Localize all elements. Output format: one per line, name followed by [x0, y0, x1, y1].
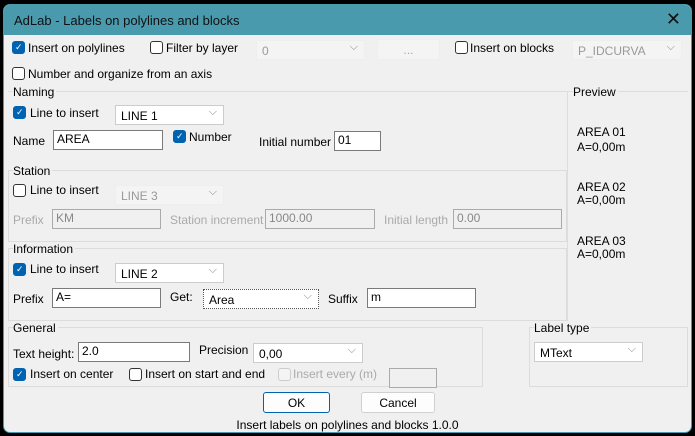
information-title: Information: [13, 242, 76, 256]
insert-polylines-label: Insert on polylines: [28, 41, 125, 55]
number-axis-label: Number and organize from an axis: [28, 67, 213, 81]
layer-select[interactable]: 0: [256, 40, 365, 60]
preview-divider: [567, 91, 568, 321]
get-select[interactable]: Area: [203, 289, 319, 309]
insert-blocks-checkbox[interactable]: [455, 41, 468, 54]
station-prefix-label: Prefix: [13, 213, 44, 227]
version-footer: Insert labels on polylines and blocks 1.…: [236, 418, 459, 432]
precision-label: Precision: [199, 343, 249, 357]
preview-value: A=0,00m: [577, 247, 626, 261]
name-label: Name: [13, 134, 46, 148]
initial-length-label: Initial length: [384, 213, 449, 227]
text-height-label: Text height:: [13, 347, 75, 361]
naming-line-select[interactable]: LINE 1: [115, 105, 224, 125]
information-line-select[interactable]: LINE 2: [115, 263, 224, 283]
general-title: General: [13, 321, 58, 335]
station-line-checkbox[interactable]: [13, 184, 26, 197]
suffix-label: Suffix: [328, 292, 358, 306]
naming-title: Naming: [13, 85, 57, 99]
label-type-select[interactable]: MText: [534, 342, 643, 362]
number-checkbox[interactable]: [173, 130, 186, 143]
station-title: Station: [13, 164, 53, 178]
browse-button[interactable]: ...: [377, 39, 440, 60]
station-line-select[interactable]: LINE 3: [115, 185, 224, 205]
insert-start-end-label: Insert on start and end: [145, 367, 266, 381]
information-line-checkbox[interactable]: [13, 263, 26, 276]
insert-every-input[interactable]: [389, 368, 437, 388]
preview-name: AREA 01: [577, 125, 626, 139]
insert-polylines-checkbox[interactable]: [12, 41, 25, 54]
label-type-title: Label type: [534, 321, 592, 335]
preview-name: AREA 02: [577, 180, 626, 194]
naming-line-checkbox[interactable]: [13, 106, 26, 119]
initial-number-input[interactable]: 01: [334, 131, 381, 151]
number-label: Number: [189, 130, 232, 144]
station-increment-label: Station increment: [170, 213, 264, 227]
close-icon[interactable]: ✕: [666, 9, 681, 30]
insert-every-label: Insert every (m): [293, 367, 378, 381]
initial-number-label: Initial number: [259, 135, 332, 149]
filter-layer-label: Filter by layer: [166, 41, 239, 55]
station-line-label: Line to insert: [30, 183, 99, 197]
insert-center-label: Insert on center: [30, 367, 114, 381]
info-prefix-input[interactable]: A=: [52, 288, 161, 308]
insert-every-checkbox[interactable]: [278, 368, 291, 381]
block-select[interactable]: P_IDCURVA: [572, 40, 682, 60]
station-prefix-input[interactable]: KM: [52, 209, 161, 229]
window-title: AdLab - Labels on polylines and blocks: [14, 13, 240, 28]
insert-start-end-checkbox[interactable]: [129, 368, 142, 381]
naming-line-label: Line to insert: [30, 106, 99, 120]
ok-button[interactable]: OK: [263, 392, 330, 413]
initial-length-input[interactable]: 0.00: [453, 209, 562, 229]
preview-value: A=0,00m: [577, 140, 626, 154]
insert-blocks-label: Insert on blocks: [470, 41, 555, 55]
number-axis-checkbox[interactable]: [12, 67, 25, 80]
suffix-input[interactable]: m: [367, 288, 476, 308]
station-group: [8, 170, 567, 242]
info-prefix-label: Prefix: [13, 292, 44, 306]
preview-value: A=0,00m: [577, 193, 626, 207]
information-group: [8, 248, 567, 321]
insert-center-checkbox[interactable]: [13, 368, 26, 381]
preview-title: Preview: [573, 85, 618, 99]
information-line-label: Line to insert: [30, 262, 99, 276]
name-input[interactable]: AREA: [53, 130, 163, 150]
precision-select[interactable]: 0,00: [253, 343, 363, 363]
cancel-button[interactable]: Cancel: [361, 392, 435, 413]
filter-layer-checkbox[interactable]: [150, 41, 163, 54]
title-bar: AdLab - Labels on polylines and blocks ✕: [4, 5, 691, 35]
station-increment-input[interactable]: 1000.00: [265, 209, 375, 229]
text-height-input[interactable]: 2.0: [78, 342, 190, 362]
preview-name: AREA 03: [577, 234, 626, 248]
get-label: Get:: [170, 290, 193, 304]
